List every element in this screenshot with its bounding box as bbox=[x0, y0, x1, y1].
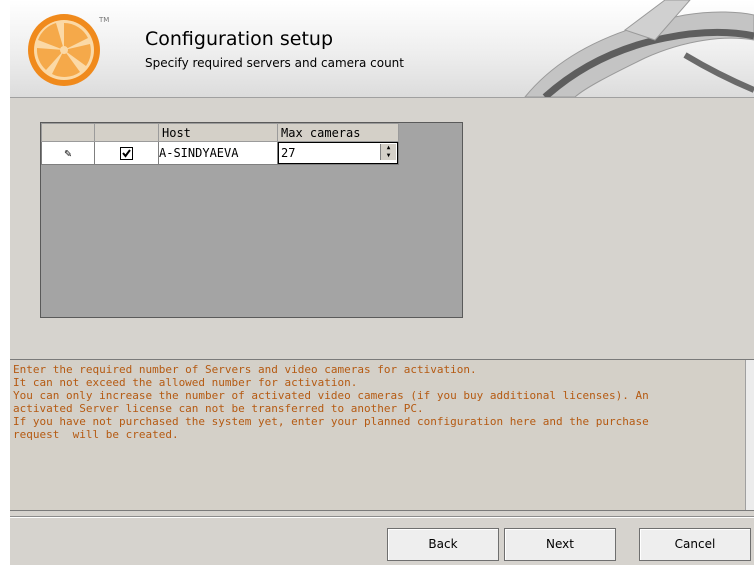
column-header-host[interactable]: Host bbox=[158, 123, 278, 142]
max-cameras-cell[interactable]: 27 ▲ ▼ bbox=[277, 141, 399, 165]
info-line: Enter the required number of Servers and… bbox=[13, 363, 477, 376]
info-textbox[interactable]: Enter the required number of Servers and… bbox=[10, 359, 754, 511]
page-title: Configuration setup bbox=[145, 28, 334, 50]
checkmark-icon bbox=[122, 148, 131, 158]
info-line: request will be created. bbox=[13, 428, 179, 441]
back-button[interactable]: Back bbox=[387, 528, 499, 561]
max-cameras-spinner[interactable]: 27 ▲ ▼ bbox=[278, 142, 398, 164]
server-enabled-checkbox[interactable] bbox=[120, 146, 133, 160]
table-row[interactable]: ✎ A-SINDYAEVA 27 ▲ ▼ bbox=[41, 141, 399, 165]
info-line: If you have not purchased the system yet… bbox=[13, 415, 649, 428]
decorative-swoosh bbox=[524, 0, 754, 97]
max-cameras-value[interactable]: 27 bbox=[281, 146, 295, 160]
servers-grid: Host Max cameras ✎ A-SINDYAEVA 27 ▲ ▼ bbox=[40, 122, 463, 318]
column-header-check[interactable] bbox=[94, 123, 159, 142]
spin-down-icon[interactable]: ▼ bbox=[381, 152, 396, 160]
info-scrollbar[interactable] bbox=[745, 360, 754, 510]
table-header-row: Host Max cameras bbox=[41, 123, 399, 142]
footer-separator bbox=[10, 516, 754, 518]
info-line: It can not exceed the allowed number for… bbox=[13, 376, 358, 389]
host-cell[interactable]: A-SINDYAEVA bbox=[158, 141, 278, 165]
spin-up-icon[interactable]: ▲ bbox=[381, 144, 396, 152]
header-banner: TM Configuration setup Specify required … bbox=[10, 0, 754, 98]
orange-logo-icon: TM bbox=[28, 14, 109, 86]
page-subtitle: Specify required servers and camera coun… bbox=[145, 56, 404, 70]
cancel-button[interactable]: Cancel bbox=[639, 528, 751, 561]
servers-table: Host Max cameras ✎ A-SINDYAEVA 27 ▲ ▼ bbox=[41, 123, 399, 165]
svg-text:TM: TM bbox=[98, 16, 109, 24]
row-check-cell[interactable] bbox=[94, 141, 159, 165]
pencil-icon: ✎ bbox=[64, 146, 72, 160]
row-edit-cell[interactable]: ✎ bbox=[41, 141, 95, 165]
column-header-max-cameras[interactable]: Max cameras bbox=[277, 123, 399, 142]
setup-window: TM Configuration setup Specify required … bbox=[10, 0, 754, 565]
info-line: activated Server license can not be tran… bbox=[13, 402, 424, 415]
info-text: Enter the required number of Servers and… bbox=[13, 363, 741, 441]
info-line: You can only increase the number of acti… bbox=[13, 389, 649, 402]
spinner-buttons[interactable]: ▲ ▼ bbox=[380, 144, 396, 160]
column-header-edit[interactable] bbox=[41, 123, 95, 142]
next-button[interactable]: Next bbox=[504, 528, 616, 561]
